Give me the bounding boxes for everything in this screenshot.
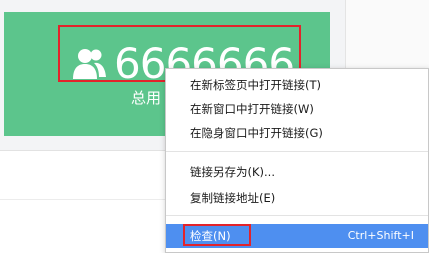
card-caption: 总用 [131, 89, 162, 107]
menu-item-open-new-window[interactable]: 在新窗口中打开链接(W) [166, 97, 428, 121]
menu-item-inspect-shortcut: Ctrl+Shift+I [347, 229, 414, 242]
menu-item-copy-link-address[interactable]: 复制链接地址(E) [166, 186, 428, 210]
menu-separator [166, 151, 428, 152]
menu-item-open-incognito[interactable]: 在隐身窗口中打开链接(G) [166, 121, 428, 145]
menu-item-save-link-as[interactable]: 链接另存为(K)... [166, 160, 428, 184]
annotation-highlight-inspect [183, 224, 251, 246]
menu-separator [166, 215, 428, 216]
menu-item-open-new-tab[interactable]: 在新标签页中打开链接(T) [166, 73, 428, 97]
